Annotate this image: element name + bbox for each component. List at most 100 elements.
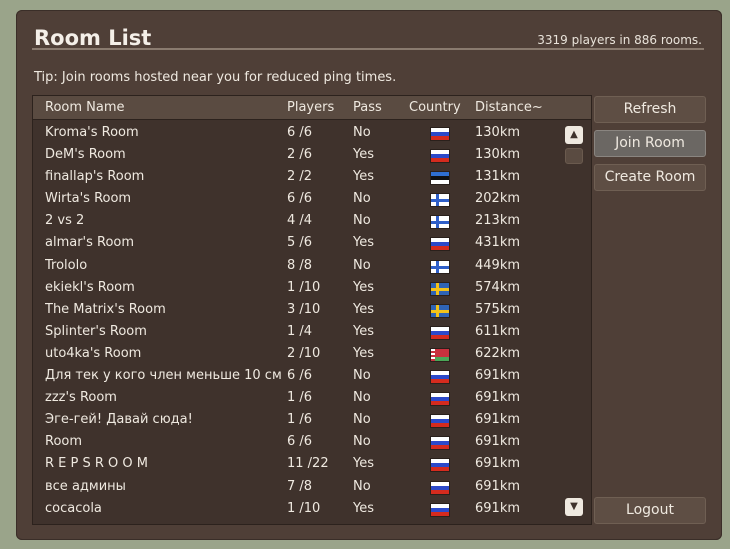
room-password: Yes — [353, 301, 374, 317]
room-players: 2 /6 — [287, 147, 313, 163]
room-distance: 131km — [475, 169, 521, 185]
table-row[interactable]: zzz's Room 1 /6 No 691km — [33, 387, 563, 409]
refresh-button[interactable]: Refresh — [594, 96, 706, 123]
room-name: finallap's Room — [45, 169, 145, 185]
room-distance: 431km — [475, 235, 521, 251]
room-distance: 691km — [475, 368, 521, 384]
room-password: Yes — [353, 279, 374, 295]
room-name: Trololo — [45, 257, 88, 273]
room-players: 4 /4 — [287, 213, 313, 229]
room-country — [431, 371, 449, 384]
country-flag-icon — [431, 326, 449, 339]
country-flag-icon — [431, 459, 449, 472]
room-distance: 575km — [475, 301, 521, 317]
room-country — [431, 393, 449, 406]
room-name: almar's Room — [45, 235, 135, 251]
scroll-down-button[interactable]: ▼ — [565, 498, 583, 516]
room-country — [431, 216, 449, 229]
room-password: No — [353, 368, 371, 384]
scroll-up-button[interactable]: ▲ — [565, 126, 583, 144]
room-password: No — [353, 191, 371, 207]
country-flag-icon — [431, 194, 449, 207]
room-players: 1 /10 — [287, 500, 321, 516]
table-row[interactable]: The Matrix's Room 3 /10 Yes 575km — [33, 299, 563, 321]
country-flag-icon — [431, 503, 449, 516]
table-row[interactable]: все админы 7 /8 No 691km — [33, 476, 563, 498]
room-players: 1 /10 — [287, 279, 321, 295]
room-name: R E P S R O O M — [45, 456, 148, 472]
room-players: 5 /6 — [287, 235, 313, 251]
room-name: Kroma's Room — [45, 125, 139, 140]
column-header-country[interactable]: Country — [409, 100, 461, 115]
table-row[interactable]: Для тек у кого член меньше 10 см 6 /6 No 69… — [33, 365, 563, 387]
table-row[interactable]: finallap's Room 2 /2 Yes 131km — [33, 166, 563, 188]
room-distance: 130km — [475, 147, 521, 163]
room-name: zzz's Room — [45, 390, 117, 406]
room-distance: 574km — [475, 279, 521, 295]
table-row[interactable]: DeM's Room 2 /6 Yes 130km — [33, 144, 563, 166]
room-name: все админы — [45, 478, 126, 494]
room-country — [431, 194, 449, 207]
country-flag-icon — [431, 216, 449, 229]
column-header-players[interactable]: Players — [287, 100, 334, 115]
country-flag-icon — [431, 393, 449, 406]
table-row[interactable]: Room 6 /6 No 691km — [33, 431, 563, 453]
room-country — [431, 260, 449, 273]
room-password: No — [353, 478, 371, 494]
country-flag-icon — [431, 437, 449, 450]
table-row[interactable]: Wirta's Room 6 /6 No 202km — [33, 188, 563, 210]
room-distance: 213km — [475, 213, 521, 229]
room-distance: 691km — [475, 412, 521, 428]
room-name: uto4ka's Room — [45, 345, 142, 361]
room-country — [431, 503, 449, 516]
room-password: Yes — [353, 500, 374, 516]
room-players: 2 /2 — [287, 169, 313, 185]
table-row[interactable]: Kroma's Room 6 /6 No 130km — [33, 122, 563, 144]
country-flag-icon — [431, 371, 449, 384]
create-room-button[interactable]: Create Room — [594, 164, 706, 191]
country-flag-icon — [431, 128, 449, 140]
table-row[interactable]: Splinter's Room 1 /4 Yes 611km — [33, 321, 563, 343]
room-password: Yes — [353, 345, 374, 361]
room-password: No — [353, 412, 371, 428]
room-country — [431, 282, 449, 295]
room-name: ekiekl's Room — [45, 279, 135, 295]
title-divider — [32, 48, 704, 50]
room-password: Yes — [353, 456, 374, 472]
room-password: Yes — [353, 147, 374, 163]
table-row[interactable]: ekiekl's Room 1 /10 Yes 574km — [33, 277, 563, 299]
table-row[interactable]: uto4ka's Room 2 /10 Yes 622km — [33, 343, 563, 365]
room-players: 11 /22 — [287, 456, 329, 472]
table-row[interactable]: Trololo 8 /8 No 449km — [33, 255, 563, 277]
table-row[interactable]: almar's Room 5 /6 Yes 431km — [33, 232, 563, 254]
room-country — [431, 437, 449, 450]
column-header-pass[interactable]: Pass — [353, 100, 382, 115]
room-country — [431, 172, 449, 185]
table-row[interactable]: cocacola 1 /10 Yes 691km — [33, 498, 563, 520]
column-header-distance[interactable]: Distance~ — [475, 100, 543, 115]
room-password: Yes — [353, 169, 374, 185]
room-players: 3 /10 — [287, 301, 321, 317]
room-password: Yes — [353, 235, 374, 251]
logout-button[interactable]: Logout — [594, 497, 706, 524]
room-players: 1 /6 — [287, 412, 313, 428]
room-players: 6 /6 — [287, 434, 313, 450]
room-players: 6 /6 — [287, 191, 313, 207]
room-country — [431, 238, 449, 251]
column-header-room-name[interactable]: Room Name — [45, 100, 125, 115]
room-password: No — [353, 257, 371, 273]
player-room-counter: 3319 players in 886 rooms. — [537, 33, 702, 47]
room-name: Эге-гей! Давай сюда! — [45, 412, 193, 428]
table-row[interactable]: Эге-гей! Давай сюда! 1 /6 No 691km — [33, 409, 563, 431]
table-row[interactable]: 2 vs 2 4 /4 No 213km — [33, 210, 563, 232]
room-distance: 130km — [475, 125, 521, 140]
join-room-button[interactable]: Join Room — [594, 130, 706, 157]
room-country — [431, 326, 449, 339]
scrollbar-thumb[interactable] — [565, 148, 583, 164]
room-distance: 202km — [475, 191, 521, 207]
room-country — [431, 481, 449, 494]
room-country — [431, 415, 449, 428]
room-distance: 691km — [475, 456, 521, 472]
room-country — [431, 348, 449, 361]
table-row[interactable]: R E P S R O O M 11 /22 Yes 691km — [33, 453, 563, 475]
